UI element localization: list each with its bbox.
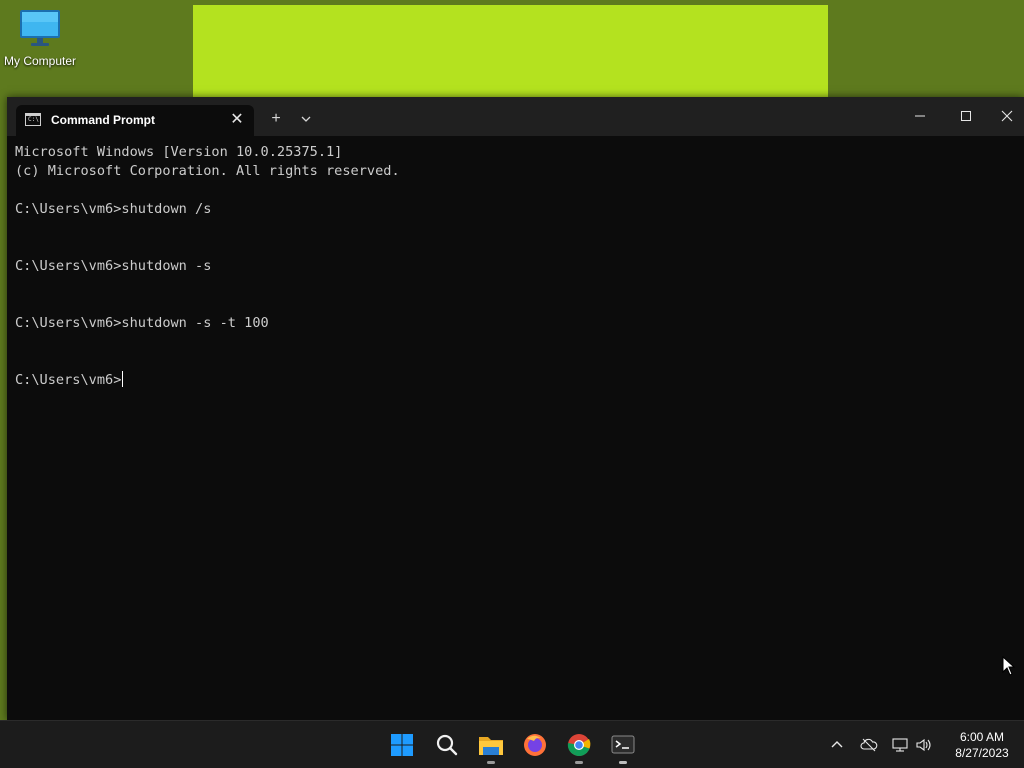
onedrive-offline-button[interactable] — [858, 733, 880, 755]
minimize-icon — [915, 115, 925, 117]
network-icon — [892, 738, 908, 752]
text-caret — [122, 371, 124, 387]
tab-command-prompt[interactable]: C:\ Command Prompt ✕ — [16, 105, 254, 136]
title-bar[interactable]: C:\ Command Prompt ✕ + — [7, 97, 1024, 136]
chevron-down-icon — [301, 116, 311, 122]
computer-monitor-icon — [18, 8, 62, 48]
search-icon — [436, 734, 458, 756]
volume-button[interactable] — [913, 733, 935, 755]
terminal-window: C:\ Command Prompt ✕ + Microsoft Windows… — [7, 97, 1024, 720]
new-tab-button[interactable]: + — [262, 105, 290, 133]
clock-date: 8/27/2023 — [955, 746, 1009, 760]
tab-dropdown-button[interactable] — [292, 105, 320, 133]
tab-title: Command Prompt — [51, 113, 156, 127]
minimize-button[interactable] — [897, 97, 943, 134]
console-line: C:\Users\vm6>shutdown -s — [15, 258, 212, 274]
taskbar-clock[interactable]: 6:00 AM 8/27/2023 — [942, 729, 1022, 761]
cloud-offline-icon — [860, 738, 878, 752]
chevron-up-icon — [831, 741, 843, 748]
taskbar: 6:00 AM 8/27/2023 — [0, 720, 1024, 768]
close-icon — [1001, 110, 1012, 122]
console-line: C:\Users\vm6>shutdown -s -t 100 — [15, 315, 269, 331]
running-indicator — [575, 761, 583, 764]
running-indicator — [619, 761, 627, 764]
desktop: My Computer C:\ Command Prompt ✕ + Micro… — [0, 0, 1024, 768]
tab-close-button[interactable]: ✕ — [226, 109, 248, 131]
console-prompt-line[interactable]: C:\Users\vm6> — [15, 371, 1015, 390]
taskbar-firefox[interactable] — [515, 725, 555, 765]
console-output[interactable]: Microsoft Windows [Version 10.0.25375.1]… — [15, 143, 1015, 703]
taskbar-search-button[interactable] — [427, 725, 467, 765]
maximize-icon — [961, 111, 971, 122]
taskbar-chrome[interactable] — [559, 725, 599, 765]
console-line: Microsoft Windows [Version 10.0.25375.1] — [15, 144, 343, 160]
terminal-icon — [611, 735, 635, 754]
mouse-pointer-icon — [1002, 655, 1016, 681]
plus-icon: + — [271, 110, 281, 127]
maximize-button[interactable] — [943, 97, 989, 134]
taskbar-file-explorer[interactable] — [471, 725, 511, 765]
cmd-icon: C:\ — [25, 113, 41, 126]
taskbar-terminal[interactable] — [603, 725, 643, 765]
running-indicator — [487, 761, 495, 764]
console-line: (c) Microsoft Corporation. All rights re… — [15, 163, 400, 179]
show-hidden-icons-button[interactable] — [826, 733, 848, 755]
chrome-icon — [567, 734, 591, 757]
network-button[interactable] — [889, 733, 911, 755]
folder-icon — [479, 737, 503, 755]
windows-start-icon — [391, 734, 413, 756]
console-prompt: C:\Users\vm6> — [15, 372, 122, 388]
taskbar-start-button[interactable] — [382, 725, 422, 765]
console-line: C:\Users\vm6>shutdown /s — [15, 201, 212, 217]
desktop-wallpaper-patch — [193, 5, 828, 97]
close-window-button[interactable] — [989, 97, 1024, 134]
close-icon: ✕ — [230, 111, 244, 128]
clock-time: 6:00 AM — [959, 730, 1005, 744]
firefox-icon — [524, 734, 546, 756]
desktop-icon-label: My Computer — [3, 54, 77, 68]
desktop-icon-my-computer[interactable]: My Computer — [2, 8, 78, 78]
speaker-icon — [916, 739, 931, 752]
